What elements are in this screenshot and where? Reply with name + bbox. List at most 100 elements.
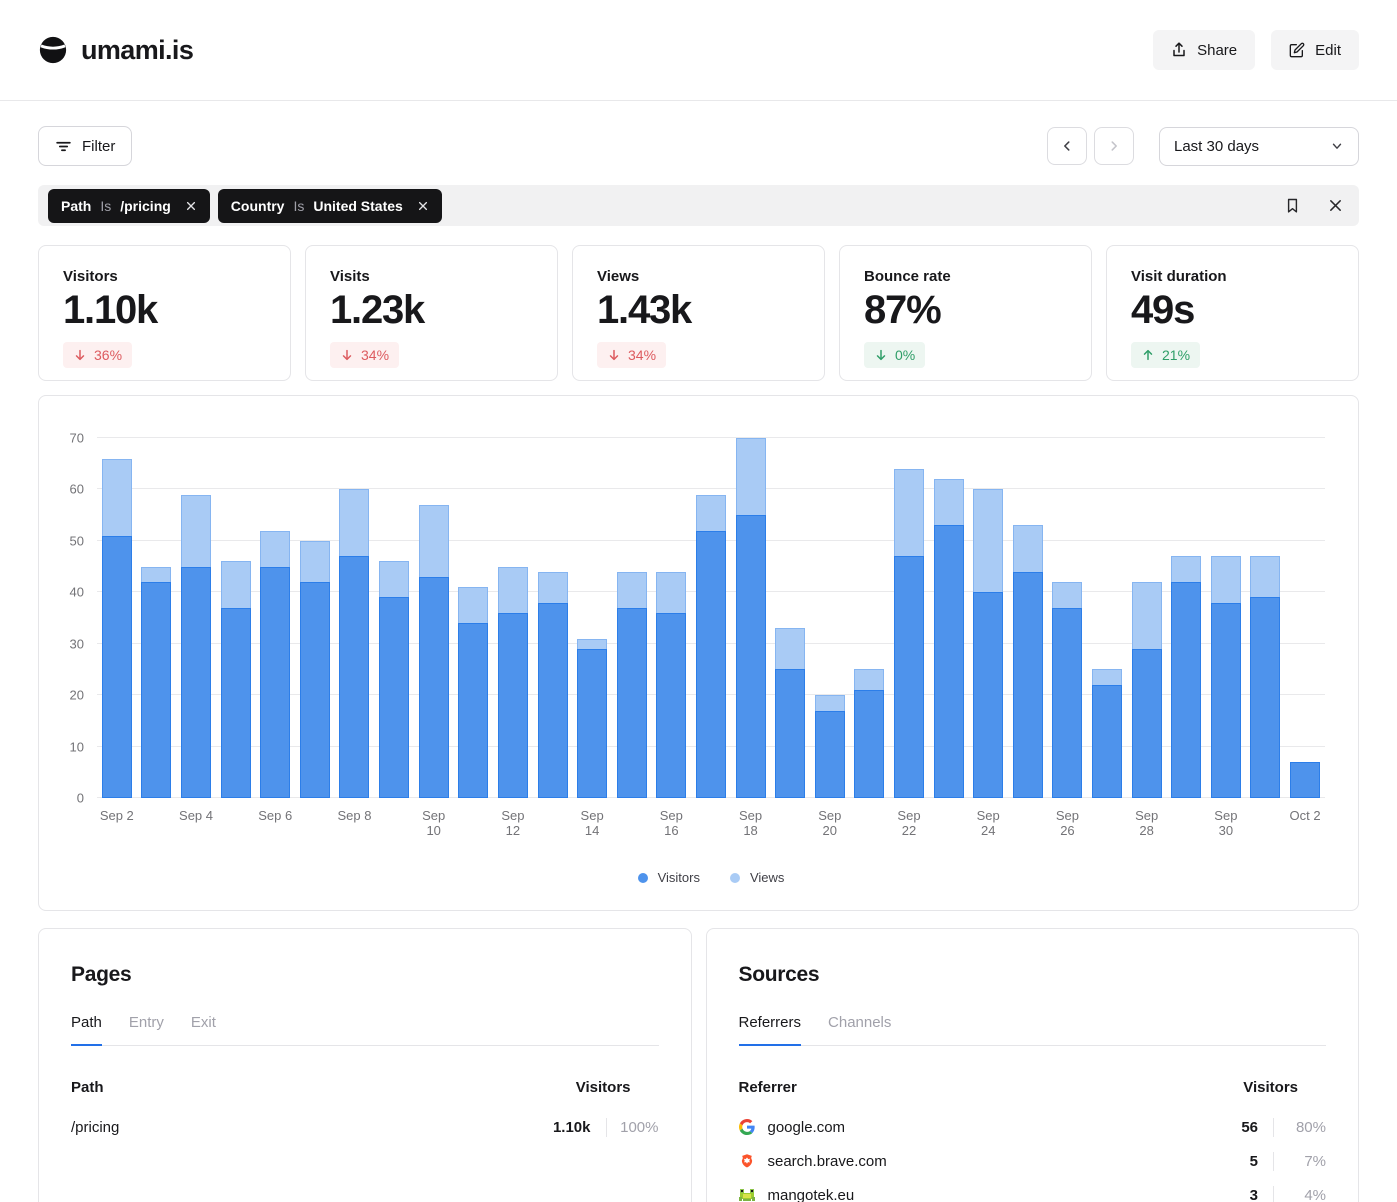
day-bar[interactable] bbox=[538, 572, 568, 798]
day-bar[interactable] bbox=[379, 561, 409, 798]
day-bar[interactable] bbox=[934, 479, 964, 798]
pages-tab-path[interactable]: Path bbox=[71, 1014, 102, 1046]
visitors-bar-segment bbox=[736, 515, 766, 798]
brave-favicon bbox=[739, 1153, 755, 1169]
share-button[interactable]: Share bbox=[1153, 30, 1255, 70]
row-label: search.brave.com bbox=[739, 1153, 887, 1170]
toolbar-right: Last 30 days bbox=[1047, 127, 1359, 166]
bar-column bbox=[1127, 438, 1167, 798]
day-bar[interactable] bbox=[1250, 556, 1280, 798]
day-bar[interactable] bbox=[973, 489, 1003, 798]
bar-column bbox=[1285, 438, 1325, 798]
bar-column bbox=[216, 438, 256, 798]
visitors-bar-segment bbox=[1250, 597, 1280, 798]
views-bar-segment bbox=[1211, 556, 1241, 602]
referrer-row[interactable]: mangotek.eu34% bbox=[739, 1178, 1327, 1202]
visitors-bar-segment bbox=[498, 613, 528, 798]
day-bar[interactable] bbox=[577, 639, 607, 798]
day-bar[interactable] bbox=[1290, 762, 1320, 798]
sources-col-visitors: Visitors bbox=[1243, 1079, 1326, 1096]
pages-tab-exit[interactable]: Exit bbox=[191, 1014, 216, 1045]
day-bar[interactable] bbox=[419, 505, 449, 798]
day-bar[interactable] bbox=[102, 459, 132, 798]
prev-period-button[interactable] bbox=[1047, 127, 1087, 165]
bar-column bbox=[97, 438, 137, 798]
filter-label: Filter bbox=[82, 138, 115, 155]
pages-tab-entry[interactable]: Entry bbox=[129, 1014, 164, 1045]
row-values: 57% bbox=[1250, 1152, 1326, 1171]
metric-label: Visit duration bbox=[1131, 268, 1334, 285]
close-icon bbox=[1328, 198, 1343, 213]
next-period-button[interactable] bbox=[1094, 127, 1134, 165]
metric-change-value: 0% bbox=[895, 347, 915, 363]
bar-column bbox=[295, 438, 335, 798]
y-axis-tick-label: 40 bbox=[70, 585, 84, 600]
sources-tab-referrers[interactable]: Referrers bbox=[739, 1014, 802, 1046]
x-axis-tick-label: Oct 2 bbox=[1285, 808, 1325, 838]
day-bar[interactable] bbox=[1211, 556, 1241, 798]
day-bar[interactable] bbox=[1171, 556, 1201, 798]
edit-button[interactable]: Edit bbox=[1271, 30, 1359, 70]
legend-item[interactable]: Views bbox=[730, 870, 784, 885]
views-bar-segment bbox=[894, 469, 924, 556]
filter-chips: PathIs/pricingCountryIsUnited States bbox=[48, 189, 442, 223]
y-axis-tick-label: 50 bbox=[70, 533, 84, 548]
day-bar[interactable] bbox=[736, 438, 766, 798]
filter-chip[interactable]: PathIs/pricing bbox=[48, 189, 210, 223]
row-visitors-count: 1.10k bbox=[553, 1119, 591, 1136]
day-bar[interactable] bbox=[339, 489, 369, 798]
views-bar-segment bbox=[1132, 582, 1162, 649]
row-visitors-count: 5 bbox=[1250, 1153, 1258, 1170]
remove-filter-icon[interactable] bbox=[185, 200, 197, 212]
visitors-bar-segment bbox=[458, 623, 488, 798]
day-bar[interactable] bbox=[696, 495, 726, 798]
day-bar[interactable] bbox=[221, 561, 251, 798]
date-range-select[interactable]: Last 30 days bbox=[1159, 127, 1359, 166]
views-bar-segment bbox=[973, 489, 1003, 592]
day-bar[interactable] bbox=[141, 567, 171, 798]
day-bar[interactable] bbox=[815, 695, 845, 798]
day-bar[interactable] bbox=[854, 669, 884, 798]
bar-column bbox=[374, 438, 414, 798]
filter-operator: Is bbox=[100, 198, 111, 214]
day-bar[interactable] bbox=[894, 469, 924, 798]
sources-tab-channels[interactable]: Channels bbox=[828, 1014, 891, 1045]
day-bar[interactable] bbox=[1052, 582, 1082, 798]
remove-filter-icon[interactable] bbox=[417, 200, 429, 212]
day-bar[interactable] bbox=[656, 572, 686, 798]
day-bar[interactable] bbox=[775, 628, 805, 798]
sources-panel: Sources ReferrersChannels Referrer Visit… bbox=[706, 928, 1360, 1202]
save-filter-bookmark-button[interactable] bbox=[1284, 197, 1301, 214]
row-percent: 100% bbox=[607, 1119, 659, 1136]
x-axis-tick-label bbox=[850, 808, 890, 838]
day-bar[interactable] bbox=[458, 587, 488, 798]
row-label-text: search.brave.com bbox=[768, 1153, 887, 1170]
x-axis-tick-label bbox=[770, 808, 810, 838]
referrer-row[interactable]: search.brave.com 57% bbox=[739, 1144, 1327, 1178]
day-bar[interactable] bbox=[1092, 669, 1122, 798]
filter-button[interactable]: Filter bbox=[38, 126, 132, 166]
filter-icon bbox=[55, 138, 72, 155]
day-bar[interactable] bbox=[1132, 582, 1162, 798]
clear-filters-button[interactable] bbox=[1328, 198, 1343, 213]
frog-favicon bbox=[739, 1187, 755, 1202]
legend-label: Views bbox=[750, 870, 784, 885]
pages-panel: Pages PathEntryExit Path Visitors /prici… bbox=[38, 928, 692, 1202]
day-bar[interactable] bbox=[260, 531, 290, 798]
bookmark-icon bbox=[1284, 197, 1301, 214]
filter-chip[interactable]: CountryIsUnited States bbox=[218, 189, 442, 223]
views-bar-segment bbox=[339, 489, 369, 556]
row-values: 5680% bbox=[1241, 1118, 1326, 1137]
day-bar[interactable] bbox=[617, 572, 647, 798]
filter-chip-bar: PathIs/pricingCountryIsUnited States bbox=[38, 185, 1359, 226]
referrer-row[interactable]: google.com5680% bbox=[739, 1110, 1327, 1144]
page-row[interactable]: /pricing1.10k100% bbox=[71, 1110, 659, 1144]
day-bar[interactable] bbox=[300, 541, 330, 798]
day-bar[interactable] bbox=[498, 567, 528, 798]
x-axis-tick-label bbox=[929, 808, 969, 838]
day-bar[interactable] bbox=[1013, 525, 1043, 798]
day-bar[interactable] bbox=[181, 495, 211, 798]
views-bar-segment bbox=[141, 567, 171, 582]
legend-item[interactable]: Visitors bbox=[638, 870, 700, 885]
bar-column bbox=[731, 438, 771, 798]
